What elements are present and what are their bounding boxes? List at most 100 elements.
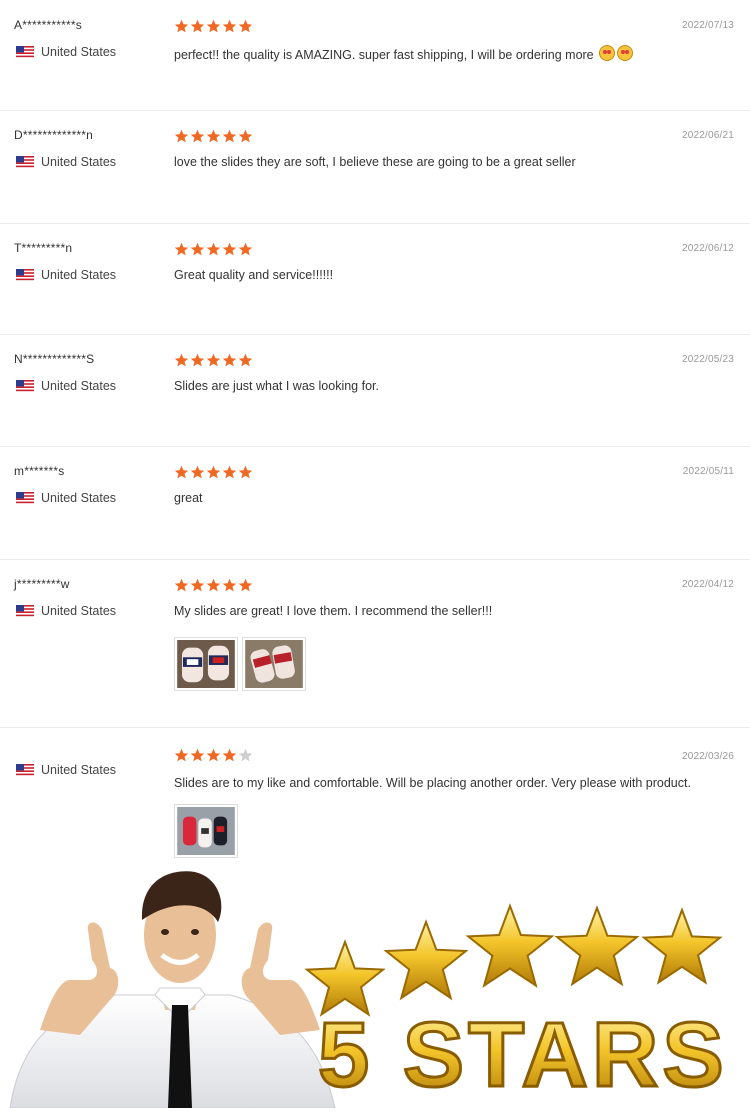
star-rating — [174, 465, 253, 480]
star-filled-icon — [174, 242, 189, 256]
star-filled-icon — [190, 242, 205, 256]
five-stars-headline: 5 STARS — [318, 1004, 728, 1106]
review-photo-thumbnail[interactable] — [174, 637, 238, 691]
star-filled-icon — [190, 578, 205, 592]
review-text: My slides are great! I love them. I reco… — [174, 604, 493, 618]
star-filled-icon — [206, 129, 221, 143]
country-label: United States — [41, 763, 117, 777]
review-date: 2022/06/21 — [681, 130, 734, 141]
reviewer-name: D*************n — [14, 128, 94, 142]
review-item: D*************n United States 2022/06/21… — [0, 110, 750, 224]
country: United States — [16, 379, 116, 393]
reviewer-name: j*********w — [14, 577, 70, 591]
us-flag-icon — [16, 492, 34, 504]
review-item: T*********n United States 2022/06/12 Gre… — [0, 223, 750, 335]
star-filled-icon — [206, 353, 221, 367]
us-flag-icon — [16, 605, 34, 617]
five-stars-banner-art: 5 STARS — [9, 871, 728, 1109]
country-label: United States — [41, 268, 117, 282]
star-filled-icon — [174, 19, 189, 33]
star-rating — [174, 578, 253, 593]
star-rating — [174, 242, 253, 257]
star-filled-icon — [222, 578, 237, 592]
star-filled-icon — [222, 242, 237, 256]
country-label: United States — [41, 379, 117, 393]
review-item: j*********w United States 2022/04/12 My … — [0, 559, 750, 728]
review-photo-thumbnail[interactable] — [174, 804, 238, 858]
star-filled-icon — [222, 19, 237, 33]
star-filled-icon — [206, 465, 221, 479]
review-item: N*************S United States 2022/05/23… — [0, 334, 750, 447]
star-rating — [174, 129, 253, 144]
review-photo-thumbnail[interactable] — [242, 637, 306, 691]
country-label: United States — [41, 155, 117, 169]
review-item: A***********s United States 2022/07/13 p… — [0, 0, 750, 111]
review-text-body: perfect!! the quality is AMAZING. super … — [174, 48, 594, 62]
review-text: perfect!! the quality is AMAZING. super … — [174, 45, 634, 62]
country-label: United States — [41, 45, 117, 59]
us-flag-icon — [16, 764, 34, 776]
star-filled-icon — [190, 465, 205, 479]
star-filled-icon — [190, 19, 205, 33]
thumbs-up-man-illustration — [9, 871, 336, 1109]
star-filled-icon — [174, 353, 189, 367]
review-text: great — [174, 491, 203, 505]
star-filled-icon — [190, 353, 205, 367]
star-filled-icon — [174, 129, 189, 143]
gold-star-icon — [383, 919, 469, 1001]
star-filled-icon — [174, 465, 189, 479]
star-filled-icon — [238, 19, 253, 33]
star-filled-icon — [174, 578, 189, 592]
review-date: 2022/05/23 — [681, 354, 734, 365]
star-filled-icon — [190, 748, 205, 762]
review-date: 2022/06/12 — [681, 243, 734, 254]
review-date: 2022/04/12 — [681, 579, 734, 590]
star-struck-emoji-icon — [617, 45, 634, 61]
country-label: United States — [41, 604, 117, 618]
five-stars-banner: 5 STARS — [0, 860, 750, 1109]
gold-star-icon — [641, 907, 723, 985]
review-item: United States 2022/03/26 Slides are to m… — [0, 727, 750, 860]
review-date: 2022/03/26 — [681, 751, 734, 762]
reviewer-name: N*************S — [14, 352, 95, 366]
star-filled-icon — [174, 748, 189, 762]
star-rating — [174, 748, 253, 763]
us-flag-icon — [16, 46, 34, 58]
star-filled-icon — [222, 748, 237, 762]
review-date: 2022/07/13 — [681, 20, 734, 31]
star-rating — [174, 353, 253, 368]
star-filled-icon — [222, 353, 237, 367]
star-rating — [174, 19, 253, 34]
review-photos — [174, 637, 306, 691]
review-photos — [174, 804, 238, 858]
review-text: Great quality and service!!!!!! — [174, 268, 334, 282]
reviewer-name: A***********s — [14, 18, 82, 32]
review-item: m*******s United States 2022/05/11 great — [0, 446, 750, 560]
review-text: Slides are just what I was looking for. — [174, 379, 379, 393]
review-text: love the slides they are soft, I believe… — [174, 155, 576, 169]
country: United States — [16, 268, 116, 282]
reviewer-name: m*******s — [14, 464, 65, 478]
us-flag-icon — [16, 380, 34, 392]
us-flag-icon — [16, 156, 34, 168]
star-filled-icon — [190, 129, 205, 143]
star-filled-icon — [206, 19, 221, 33]
star-filled-icon — [206, 242, 221, 256]
star-filled-icon — [206, 578, 221, 592]
country: United States — [16, 763, 116, 777]
star-filled-icon — [222, 129, 237, 143]
star-filled-icon — [222, 465, 237, 479]
gold-star-icon — [465, 903, 555, 988]
country: United States — [16, 45, 116, 59]
star-struck-emoji-icon — [599, 45, 616, 61]
star-filled-icon — [238, 129, 253, 143]
review-text: Slides are to my like and comfortable. W… — [174, 776, 691, 790]
reviewer-name: T*********n — [14, 241, 73, 255]
star-filled-icon — [238, 353, 253, 367]
country-label: United States — [41, 491, 117, 505]
star-filled-icon — [238, 578, 253, 592]
country: United States — [16, 491, 116, 505]
gold-star-icons — [304, 903, 723, 1017]
star-filled-icon — [206, 748, 221, 762]
us-flag-icon — [16, 269, 34, 281]
